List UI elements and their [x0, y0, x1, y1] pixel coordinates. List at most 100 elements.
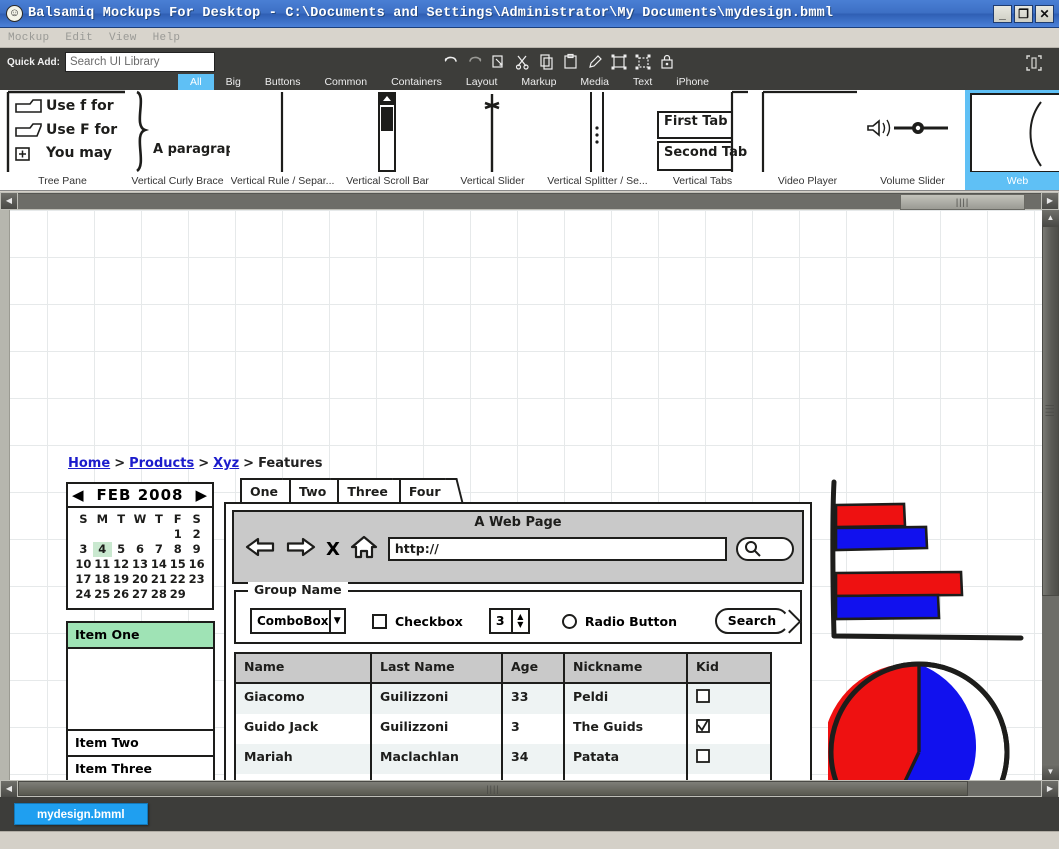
table-row[interactable]: Giacomo Guilizzoni 33 Peldi: [236, 684, 770, 714]
calendar-day[interactable]: 26: [112, 587, 131, 602]
unchecked-box-icon[interactable]: [696, 689, 710, 706]
calendar-day[interactable]: 28: [149, 587, 168, 602]
library-item-tree-pane[interactable]: Use f for Use F for You may al Tree Pane: [0, 90, 125, 190]
tab-one[interactable]: One: [240, 478, 292, 504]
redo-icon[interactable]: [464, 51, 486, 73]
back-arrow-icon[interactable]: [244, 535, 276, 563]
category-tab-common[interactable]: Common: [312, 74, 379, 90]
column-header-kid[interactable]: Kid: [688, 654, 770, 684]
calendar-day[interactable]: 14: [149, 557, 168, 572]
close-button[interactable]: ✕: [1035, 4, 1054, 23]
canvas-horizontal-scrollbar[interactable]: ◀ |||| ▶: [0, 780, 1059, 797]
radio-input[interactable]: [561, 613, 577, 629]
canvas-vertical-scrollbar[interactable]: ▲ |||| ▼: [1042, 210, 1059, 780]
calendar-day[interactable]: 19: [112, 572, 131, 587]
calendar-day[interactable]: 10: [74, 557, 93, 572]
browser-search-box[interactable]: [736, 537, 794, 561]
calendar-day[interactable]: 16: [187, 557, 206, 572]
forward-arrow-icon[interactable]: [285, 535, 317, 563]
column-header-age[interactable]: Age: [503, 654, 565, 684]
tab-two[interactable]: Two: [289, 478, 340, 504]
calendar-day[interactable]: 1: [168, 527, 187, 542]
library-item-vertical-tabs[interactable]: First Tab Second Tab Vertical Tabs: [650, 90, 755, 190]
calendar-day[interactable]: 23: [187, 572, 206, 587]
calendar-day[interactable]: 27: [131, 587, 150, 602]
checkbox-input[interactable]: [372, 613, 387, 629]
calendar-day[interactable]: 7: [149, 542, 168, 557]
library-item-vertical-slider[interactable]: Vertical Slider: [440, 90, 545, 190]
library-scroll-right-icon[interactable]: ▶: [1042, 193, 1058, 209]
undo-icon[interactable]: [440, 51, 462, 73]
calendar-day[interactable]: 8: [168, 542, 187, 557]
calendar-day[interactable]: 21: [149, 572, 168, 587]
category-tab-iphone[interactable]: iPhone: [664, 74, 721, 90]
category-tab-containers[interactable]: Containers: [379, 74, 454, 90]
lock-icon[interactable]: [656, 51, 678, 73]
paste-icon[interactable]: [560, 51, 582, 73]
accordion-item-two[interactable]: Item Two: [66, 729, 215, 757]
combobox[interactable]: ComboBox ▼: [250, 608, 346, 634]
calendar-day[interactable]: 15: [168, 557, 187, 572]
copy-icon[interactable]: [536, 51, 558, 73]
calendar-day[interactable]: 22: [168, 572, 187, 587]
calendar-day[interactable]: 3: [74, 542, 93, 557]
calendar-day[interactable]: 9: [187, 542, 206, 557]
calendar-day[interactable]: 6: [131, 542, 150, 557]
mockup-canvas-area[interactable]: Home > Products > Xyz > Features ◀ FEB 2008 ▶ …: [0, 210, 1059, 780]
fullscreen-icon[interactable]: [1023, 52, 1045, 74]
breadcrumb-link-products[interactable]: Products: [129, 456, 194, 471]
category-tab-buttons[interactable]: Buttons: [253, 74, 313, 90]
calendar-day[interactable]: 2: [187, 527, 206, 542]
canvas-scroll-right-icon[interactable]: ▶: [1042, 780, 1058, 797]
breadcrumb-link-xyz[interactable]: Xyz: [213, 456, 239, 471]
table-row[interactable]: Mariah Maclachlan 34 Patata: [236, 744, 770, 774]
library-item-volume-slider[interactable]: Volume Slider: [860, 90, 965, 190]
mockup-canvas[interactable]: Home > Products > Xyz > Features ◀ FEB 2008 ▶ …: [0, 210, 1042, 780]
calendar-day[interactable]: 24: [74, 587, 93, 602]
category-tab-layout[interactable]: Layout: [454, 74, 510, 90]
column-header-last-name[interactable]: Last Name: [372, 654, 503, 684]
minimize-button[interactable]: _: [993, 4, 1012, 23]
calendar-next-icon[interactable]: ▶: [195, 486, 208, 504]
bar-chart[interactable]: [826, 478, 1026, 658]
file-tab-mydesign[interactable]: mydesign.bmml: [14, 803, 148, 825]
calendar-day[interactable]: [74, 527, 93, 542]
library-horizontal-scrollbar[interactable]: ◀ |||| ▶: [0, 192, 1059, 210]
category-tab-big[interactable]: Big: [214, 74, 253, 90]
canvas-hscroll-thumb[interactable]: ||||: [18, 781, 968, 796]
canvas-scroll-down-icon[interactable]: ▼: [1042, 764, 1059, 780]
accordion-item-three[interactable]: Item Three: [66, 755, 215, 780]
search-button[interactable]: Search: [714, 608, 789, 634]
unchecked-box-icon[interactable]: [696, 749, 710, 766]
calendar-day[interactable]: 12: [112, 557, 131, 572]
column-header-nickname[interactable]: Nickname: [565, 654, 688, 684]
menu-edit[interactable]: Edit: [65, 32, 93, 44]
calendar-day[interactable]: 25: [93, 587, 112, 602]
calendar-day[interactable]: 17: [74, 572, 93, 587]
calendar-day[interactable]: 5: [112, 542, 131, 557]
home-icon[interactable]: [349, 534, 379, 564]
category-tab-markup[interactable]: Markup: [509, 74, 568, 90]
category-tab-media[interactable]: Media: [568, 74, 621, 90]
search-ui-library-input[interactable]: Search UI Library: [64, 52, 215, 72]
canvas-vscroll-thumb[interactable]: ||||: [1042, 226, 1059, 596]
category-tab-all[interactable]: All: [178, 74, 214, 90]
calendar-day[interactable]: [187, 587, 206, 602]
library-item-vertical-scroll-bar[interactable]: Vertical Scroll Bar: [335, 90, 440, 190]
cut-icon[interactable]: [512, 51, 534, 73]
calendar-day[interactable]: 20: [131, 572, 150, 587]
menu-help[interactable]: Help: [153, 32, 181, 44]
date-picker-calendar[interactable]: ◀ FEB 2008 ▶ S M T W T F S 1 2 3 4 5 6 7…: [66, 482, 214, 610]
library-item-vertical-splitter[interactable]: Vertical Splitter / Se...: [545, 90, 650, 190]
canvas-scroll-left-icon[interactable]: ◀: [1, 780, 17, 797]
menu-view[interactable]: View: [109, 32, 137, 44]
chevron-down-icon[interactable]: ▼: [328, 610, 344, 632]
calendar-day[interactable]: 11: [93, 557, 112, 572]
ungroup-icon[interactable]: [632, 51, 654, 73]
pencil-icon[interactable]: [584, 51, 606, 73]
column-header-name[interactable]: Name: [236, 654, 372, 684]
checked-box-icon[interactable]: [696, 717, 710, 736]
pie-chart[interactable]: [822, 654, 1010, 780]
library-scroll-left-icon[interactable]: ◀: [1, 193, 17, 209]
breadcrumb-link-home[interactable]: Home: [68, 456, 110, 471]
